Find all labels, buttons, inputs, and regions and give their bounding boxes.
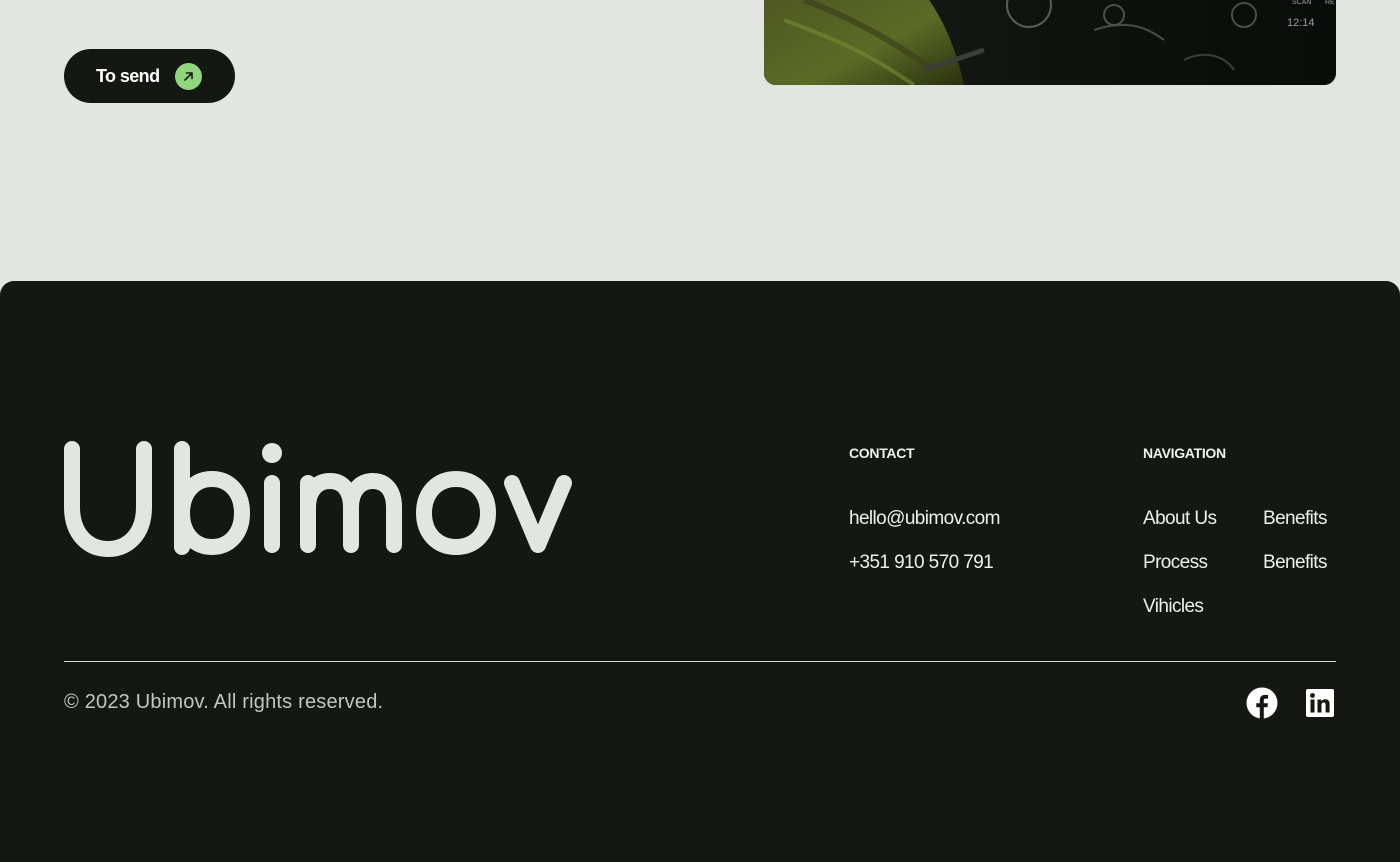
arrow-up-right-icon xyxy=(175,62,203,90)
facebook-icon[interactable] xyxy=(1246,687,1278,719)
to-send-label: To send xyxy=(96,65,160,86)
site-footer: CONTACT hello@ubimov.com +351 910 570 79… xyxy=(0,281,1400,862)
linkedin-icon[interactable] xyxy=(1304,687,1336,719)
phone-link[interactable]: +351 910 570 791 xyxy=(849,552,994,574)
svg-text:SCAN: SCAN xyxy=(1292,0,1311,6)
svg-text:RE: RE xyxy=(1325,0,1335,6)
footer-divider xyxy=(64,661,1336,662)
svg-text:12:14: 12:14 xyxy=(1287,17,1315,29)
nav-link-benefits-2[interactable]: Benefits xyxy=(1263,552,1327,574)
to-send-button[interactable]: To send xyxy=(64,49,235,103)
ubimov-logo[interactable] xyxy=(64,441,576,562)
nav-link-vehicles[interactable]: Vihicles xyxy=(1143,596,1204,618)
navigation-heading: NAVIGATION xyxy=(1143,445,1226,461)
hero-photo: SCAN RE 12:14 xyxy=(764,0,1336,85)
nav-link-about-us[interactable]: About Us xyxy=(1143,508,1217,530)
nav-link-process[interactable]: Process xyxy=(1143,552,1208,574)
copyright-text: © 2023 Ubimov. All rights reserved. xyxy=(64,691,384,713)
email-link[interactable]: hello@ubimov.com xyxy=(849,508,1000,530)
contact-heading: CONTACT xyxy=(849,445,915,461)
nav-link-benefits[interactable]: Benefits xyxy=(1263,508,1327,530)
